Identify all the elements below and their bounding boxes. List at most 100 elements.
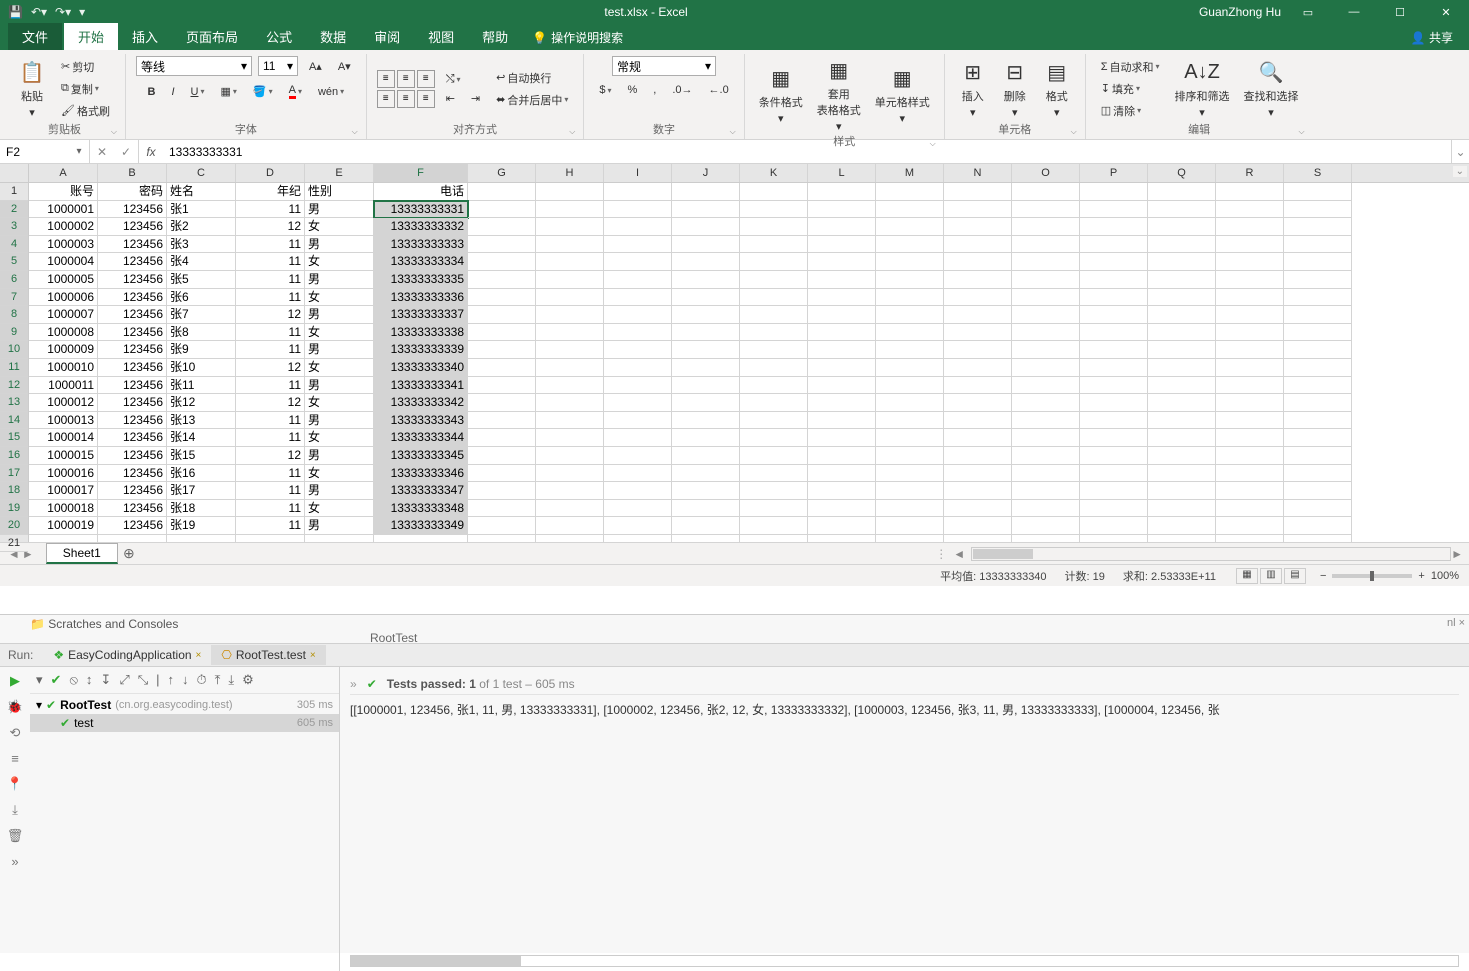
cell-R16[interactable] [1216, 447, 1284, 465]
cell-S2[interactable] [1284, 201, 1352, 219]
cell-H21[interactable] [536, 535, 604, 542]
cell-H1[interactable] [536, 183, 604, 201]
cell-M8[interactable] [876, 306, 944, 324]
cell-G15[interactable] [468, 429, 536, 447]
font-color-button[interactable]: A▾ [284, 82, 307, 101]
cell-I17[interactable] [604, 465, 672, 483]
cell-C9[interactable]: 张8 [167, 324, 236, 342]
cell-P15[interactable] [1080, 429, 1148, 447]
cell-D8[interactable]: 12 [236, 306, 305, 324]
find-select-button[interactable]: 🔍查找和选择▾ [1240, 58, 1303, 119]
cell-E17[interactable]: 女 [305, 465, 374, 483]
cell-J15[interactable] [672, 429, 740, 447]
cell-B11[interactable]: 123456 [98, 359, 167, 377]
cell-A12[interactable]: 1000011 [29, 377, 98, 395]
debug-icon[interactable]: 🐞 [7, 699, 23, 715]
row-header-12[interactable]: 12 [0, 377, 28, 395]
cell-M7[interactable] [876, 289, 944, 307]
cell-S21[interactable] [1284, 535, 1352, 542]
cell-K5[interactable] [740, 253, 808, 271]
cell-O8[interactable] [1012, 306, 1080, 324]
cell-M9[interactable] [876, 324, 944, 342]
cell-O13[interactable] [1012, 394, 1080, 412]
cell-I12[interactable] [604, 377, 672, 395]
cell-M3[interactable] [876, 218, 944, 236]
cell-P2[interactable] [1080, 201, 1148, 219]
cell-K10[interactable] [740, 341, 808, 359]
cell-E9[interactable]: 女 [305, 324, 374, 342]
row-header-13[interactable]: 13 [0, 394, 28, 412]
cell-N5[interactable] [944, 253, 1012, 271]
cell-N8[interactable] [944, 306, 1012, 324]
cell-I8[interactable] [604, 306, 672, 324]
cell-K2[interactable] [740, 201, 808, 219]
share-button[interactable]: 👤 共享 [1395, 25, 1469, 50]
test-node-root[interactable]: ▾ ✔ RootTest (cn.org.easycoding.test) 30… [30, 696, 339, 714]
cell-N9[interactable] [944, 324, 1012, 342]
cell-G4[interactable] [468, 236, 536, 254]
cell-B10[interactable]: 123456 [98, 341, 167, 359]
cell-F20[interactable]: 13333333349 [374, 517, 468, 535]
cell-E14[interactable]: 男 [305, 412, 374, 430]
row-header-9[interactable]: 9 [0, 324, 28, 342]
zoom-out-icon[interactable]: − [1320, 570, 1326, 582]
cell-D18[interactable]: 11 [236, 482, 305, 500]
cell-P13[interactable] [1080, 394, 1148, 412]
cell-I1[interactable] [604, 183, 672, 201]
cell-P18[interactable] [1080, 482, 1148, 500]
cell-R18[interactable] [1216, 482, 1284, 500]
cell-D1[interactable]: 年纪 [236, 183, 305, 201]
cell-E16[interactable]: 男 [305, 447, 374, 465]
cell-D6[interactable]: 11 [236, 271, 305, 289]
cells-format-button[interactable]: ▤格式▾ [1039, 58, 1075, 119]
row-header-17[interactable]: 17 [0, 465, 28, 483]
cell-B18[interactable]: 123456 [98, 482, 167, 500]
run-output[interactable]: » ✔ Tests passed: 1 of 1 test – 605 ms [… [340, 667, 1469, 971]
minimize-icon[interactable]: — [1331, 6, 1377, 19]
cell-Q2[interactable] [1148, 201, 1216, 219]
autosum-button[interactable]: 自动求和▾ [1096, 57, 1165, 77]
cell-A15[interactable]: 1000014 [29, 429, 98, 447]
cell-P7[interactable] [1080, 289, 1148, 307]
cell-K19[interactable] [740, 500, 808, 518]
cell-Q9[interactable] [1148, 324, 1216, 342]
cell-E4[interactable]: 男 [305, 236, 374, 254]
cell-C11[interactable]: 张10 [167, 359, 236, 377]
cell-J17[interactable] [672, 465, 740, 483]
cell-H15[interactable] [536, 429, 604, 447]
cell-F11[interactable]: 13333333340 [374, 359, 468, 377]
paste-button[interactable]: 📋粘贴▾ [14, 58, 50, 119]
cell-P8[interactable] [1080, 306, 1148, 324]
check-icon[interactable]: ✔ [51, 672, 62, 688]
cell-A6[interactable]: 1000005 [29, 271, 98, 289]
cell-C14[interactable]: 张13 [167, 412, 236, 430]
cell-K13[interactable] [740, 394, 808, 412]
cell-F12[interactable]: 13333333341 [374, 377, 468, 395]
cell-B15[interactable]: 123456 [98, 429, 167, 447]
cell-L2[interactable] [808, 201, 876, 219]
expand-icon[interactable]: » [11, 854, 18, 869]
comma-button[interactable]: , [648, 82, 661, 98]
cell-A17[interactable]: 1000016 [29, 465, 98, 483]
cell-L18[interactable] [808, 482, 876, 500]
cell-G6[interactable] [468, 271, 536, 289]
cell-M11[interactable] [876, 359, 944, 377]
cell-C19[interactable]: 张18 [167, 500, 236, 518]
cell-M14[interactable] [876, 412, 944, 430]
cell-R7[interactable] [1216, 289, 1284, 307]
cell-J4[interactable] [672, 236, 740, 254]
cell-R11[interactable] [1216, 359, 1284, 377]
cell-S7[interactable] [1284, 289, 1352, 307]
cell-C2[interactable]: 张1 [167, 201, 236, 219]
cell-A5[interactable]: 1000004 [29, 253, 98, 271]
col-header-M[interactable]: M [876, 164, 944, 182]
cell-Q11[interactable] [1148, 359, 1216, 377]
cell-S12[interactable] [1284, 377, 1352, 395]
fx-icon[interactable]: fx [139, 140, 163, 163]
cell-F21[interactable] [374, 535, 468, 542]
cell-A19[interactable]: 1000018 [29, 500, 98, 518]
cell-J12[interactable] [672, 377, 740, 395]
cell-N2[interactable] [944, 201, 1012, 219]
cell-N4[interactable] [944, 236, 1012, 254]
hscroll-right-icon[interactable]: ► [1451, 547, 1463, 561]
